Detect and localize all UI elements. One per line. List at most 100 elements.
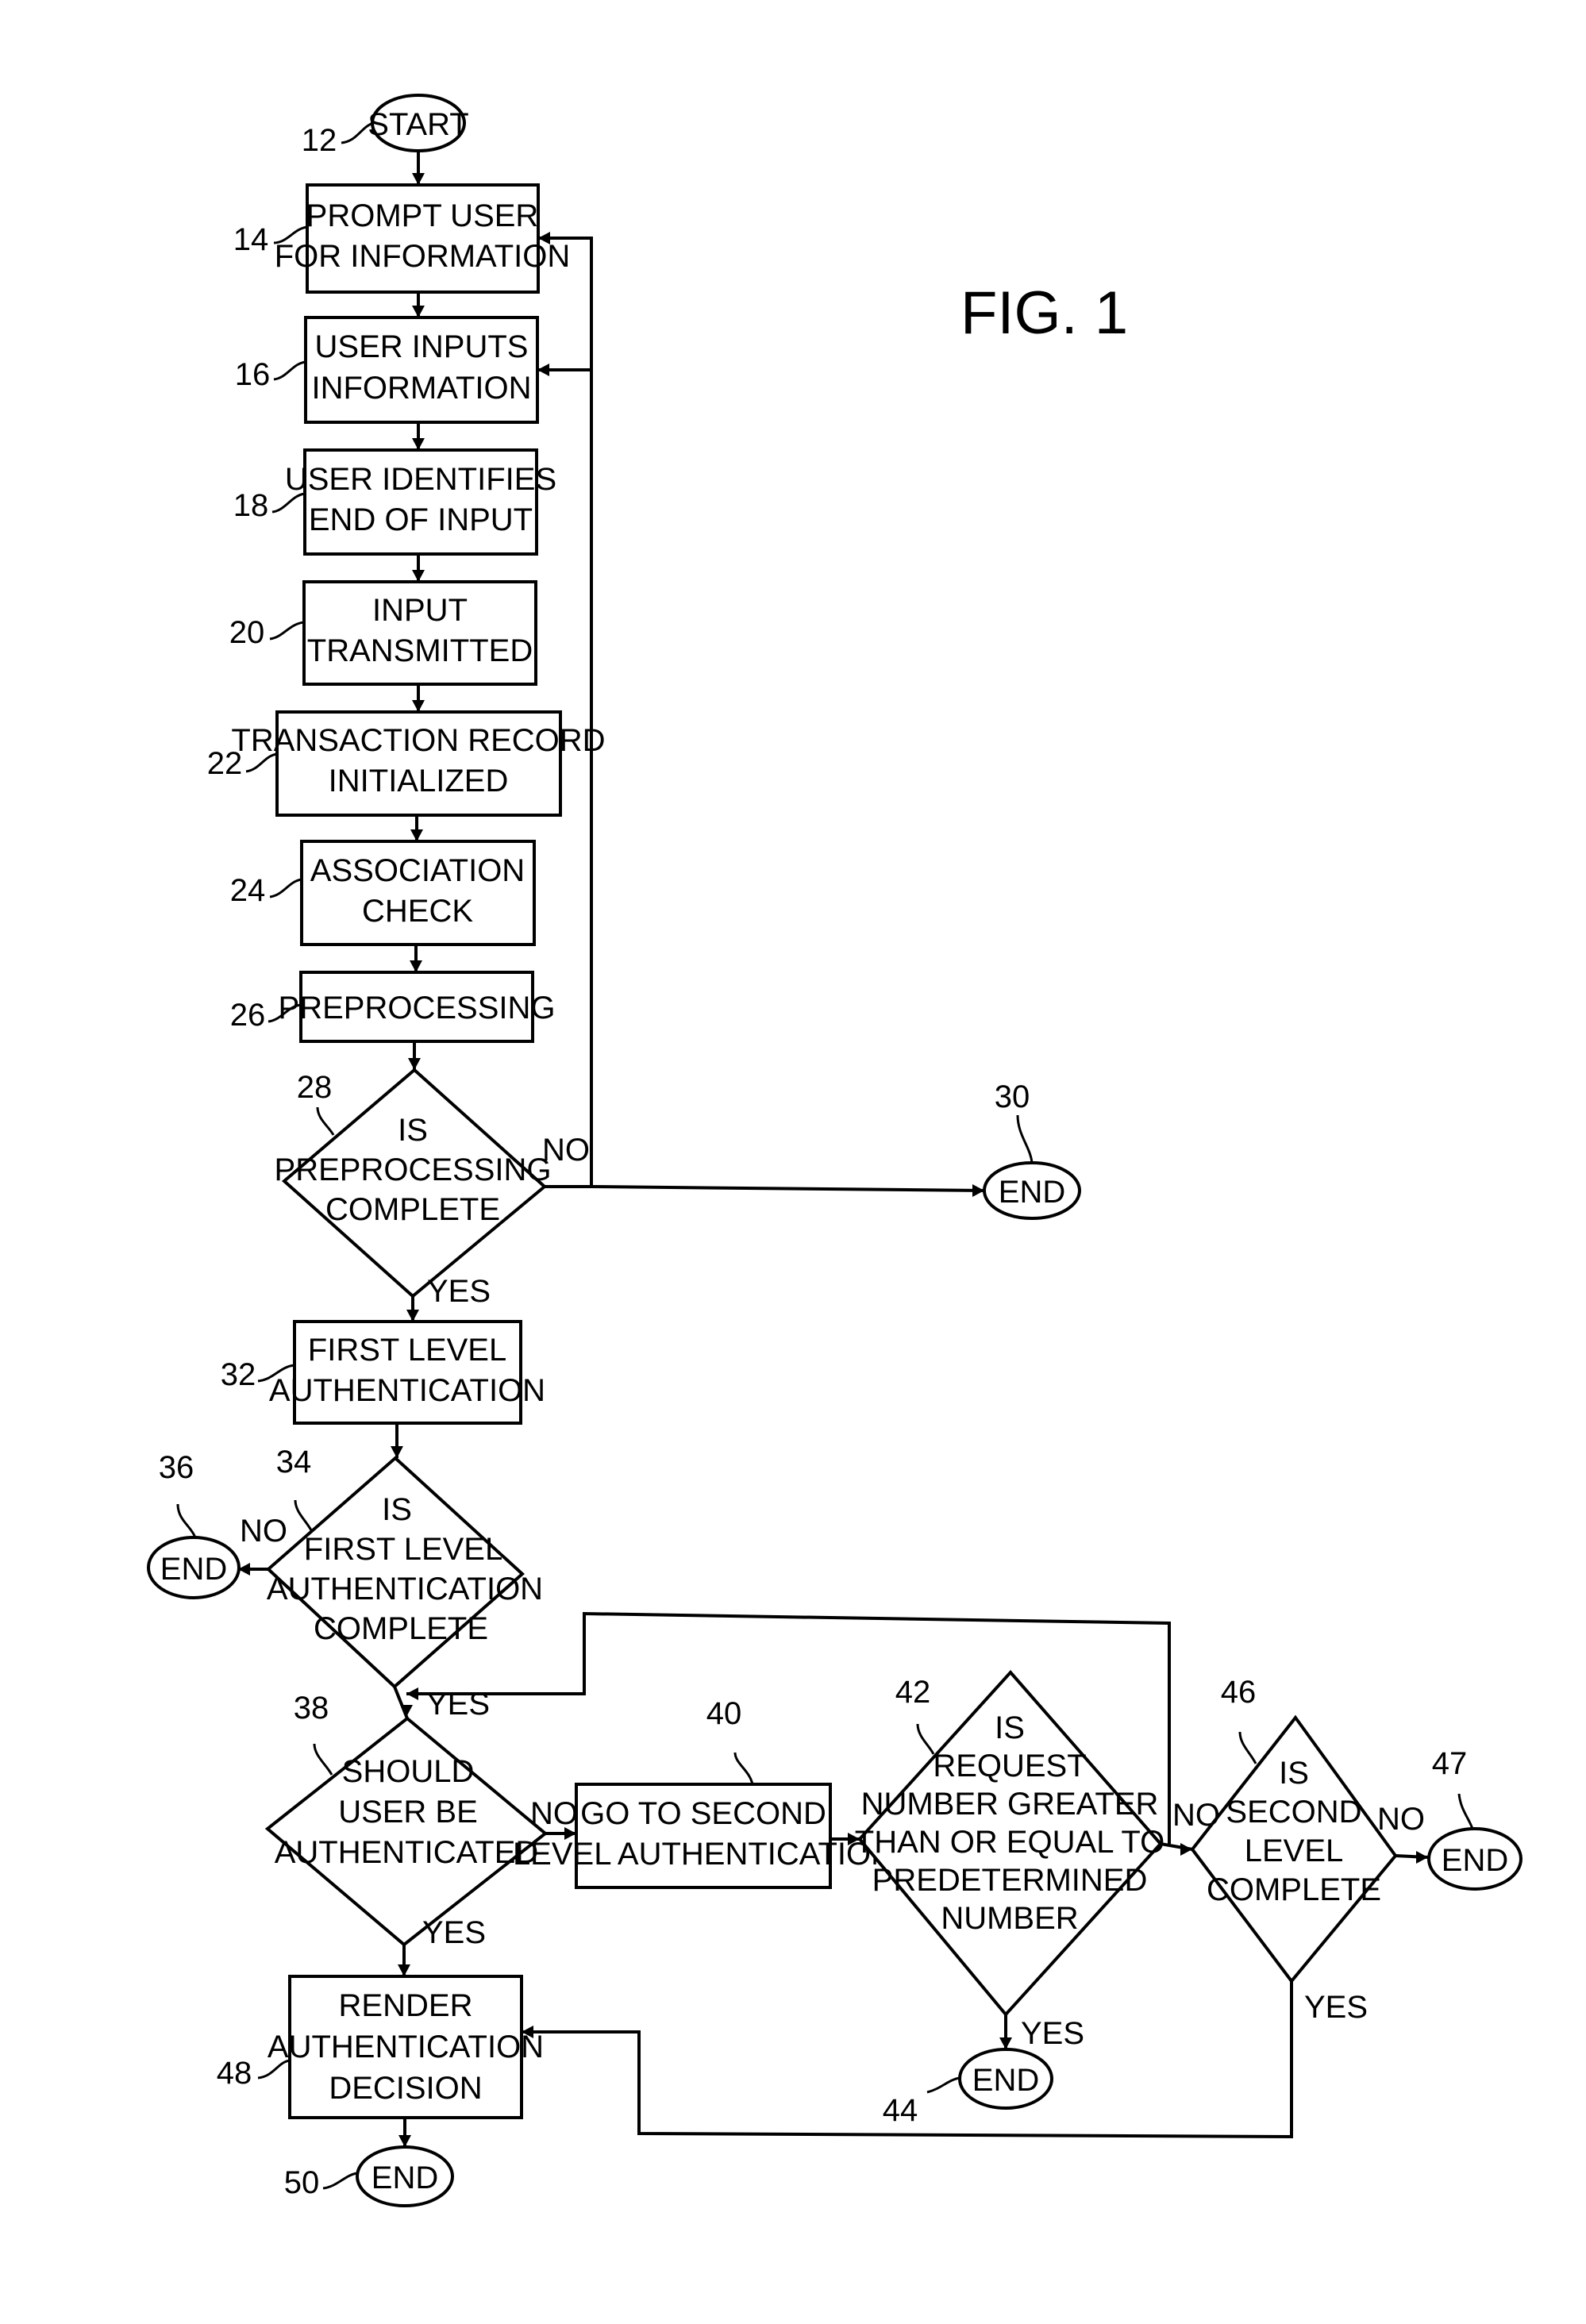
- leader-line: [926, 2076, 960, 2094]
- leader-line: [313, 1743, 333, 1776]
- branch-label-yes: YES: [426, 1687, 490, 1722]
- ref-numeral: 28: [297, 1070, 333, 1105]
- branch-label-yes: YES: [1304, 1990, 1368, 2025]
- leader-line: [316, 1106, 335, 1136]
- ref-numeral: 26: [230, 998, 266, 1033]
- node-label-line: THAN OR EQUAL TO: [855, 1825, 1164, 1860]
- node-label-line: PREPROCESSING: [279, 991, 556, 1025]
- node-label-line: NUMBER GREATER: [861, 1787, 1159, 1822]
- node-end-36[interactable]: END: [147, 1536, 241, 1599]
- decision-second-level-complete[interactable]: IS SECOND LEVEL COMPLETE: [1190, 1714, 1398, 1984]
- node-label-line: FOR INFORMATION: [275, 239, 571, 274]
- ref-numeral: 38: [294, 1691, 329, 1726]
- node-label-line: SHOULD: [342, 1754, 475, 1789]
- ref-numeral: 30: [995, 1079, 1030, 1114]
- leader-line: [176, 1503, 197, 1538]
- node-label-line: PROMPT USER: [306, 198, 539, 233]
- node-first-level-auth[interactable]: FIRST LEVEL AUTHENTICATION: [269, 1320, 545, 1425]
- arrowhead: [400, 1705, 413, 1717]
- node-label-line: USER IDENTIFIES: [285, 462, 556, 497]
- ref-numeral: 12: [302, 123, 337, 158]
- node-label-line: INITIALIZED: [329, 764, 509, 798]
- ref-numeral: 50: [284, 2165, 320, 2200]
- node-label-line: USER INPUTS: [315, 329, 529, 364]
- node-input-transmitted[interactable]: INPUT TRANSMITTED: [302, 580, 537, 686]
- branch-label-no: NO: [542, 1133, 590, 1168]
- node-label-line: REQUEST: [933, 1749, 1086, 1783]
- node-end-44[interactable]: END: [958, 2048, 1053, 2110]
- node-label-line: DECISION: [329, 2071, 482, 2106]
- arrowhead: [410, 829, 423, 841]
- leader-line: [1238, 1731, 1257, 1764]
- decision-request-number[interactable]: IS REQUEST NUMBER GREATER THAN OR EQUAL …: [855, 1669, 1164, 2018]
- node-start[interactable]: START: [368, 94, 469, 152]
- decision-first-level-complete[interactable]: IS FIRST LEVEL AUTHENTICATION COMPLETE: [266, 1456, 543, 1689]
- decision-should-user-be-authenticated[interactable]: SHOULD USER BE AUTHENTICATED: [264, 1716, 549, 1947]
- branch-label-yes: YES: [422, 1915, 486, 1950]
- node-label-line: IS: [995, 1710, 1025, 1745]
- node-end-50[interactable]: END: [356, 2145, 454, 2207]
- arrowhead: [537, 364, 549, 376]
- node-label-line: END: [999, 1175, 1065, 1210]
- node-prompt-user[interactable]: PROMPT USER FOR INFORMATION: [275, 183, 571, 294]
- ref-numeral: 34: [276, 1445, 312, 1479]
- figure-title: FIG. 1: [960, 279, 1128, 347]
- node-label-line: END OF INPUT: [309, 502, 533, 537]
- node-label-line: IS: [398, 1113, 428, 1148]
- arrowhead: [398, 1964, 410, 1976]
- ref-numeral: 20: [229, 615, 265, 650]
- node-label-line: FIRST LEVEL: [304, 1532, 502, 1567]
- node-label-line: ASSOCIATION: [310, 853, 525, 888]
- node-association-check[interactable]: ASSOCIATION CHECK: [300, 840, 536, 946]
- arrowhead: [972, 1184, 984, 1197]
- node-render-decision[interactable]: RENDER AUTHENTICATION DECISION: [268, 1975, 544, 2119]
- arrowhead: [412, 570, 425, 582]
- node-label-line: AUTHENTICATION: [269, 1373, 545, 1408]
- leader-line: [322, 2172, 358, 2190]
- node-end-47[interactable]: END: [1427, 1827, 1522, 1891]
- node-label-line: SECOND: [1226, 1795, 1361, 1830]
- arrowhead: [412, 306, 425, 317]
- node-label-line: NUMBER: [941, 1901, 1078, 1936]
- arrowhead: [412, 173, 425, 185]
- node-transaction-record[interactable]: TRANSACTION RECORD INITIALIZED: [231, 710, 606, 817]
- node-label-line: COMPLETE: [314, 1611, 488, 1646]
- arrowhead: [406, 1310, 419, 1322]
- leader-line: [294, 1499, 313, 1531]
- node-preprocessing[interactable]: PREPROCESSING: [279, 971, 556, 1043]
- ref-numeral: 32: [221, 1357, 256, 1392]
- branch-label-no: NO: [240, 1514, 287, 1549]
- node-label-line: PREPROCESSING: [275, 1152, 552, 1187]
- ref-numeral: 16: [235, 357, 271, 392]
- node-label-line: LEVEL AUTHENTICATION: [513, 1837, 894, 1872]
- node-user-identifies-end[interactable]: USER IDENTIFIES END OF INPUT: [285, 448, 556, 556]
- node-label-line: TRANSMITTED: [307, 633, 533, 668]
- node-label-line: CHECK: [362, 894, 473, 929]
- node-label-line: FIRST LEVEL: [308, 1333, 506, 1368]
- node-label-line: END: [371, 2160, 438, 2195]
- node-label-line: AUTHENTICATED: [275, 1835, 539, 1870]
- branch-label-no: NO: [1172, 1798, 1220, 1833]
- ref-numeral: 48: [217, 2056, 252, 2091]
- ref-numeral: 44: [883, 2093, 918, 2128]
- node-label-line: TRANSACTION RECORD: [231, 723, 605, 758]
- node-user-inputs[interactable]: USER INPUTS INFORMATION: [304, 316, 539, 424]
- node-label-line: AUTHENTICATION: [267, 1572, 543, 1606]
- branch-label-yes: YES: [427, 1274, 491, 1309]
- arrowhead: [406, 1687, 418, 1700]
- node-label-line: COMPLETE: [1207, 1872, 1381, 1907]
- ref-numeral: 46: [1221, 1675, 1257, 1710]
- node-label-line: AUTHENTICATION: [268, 2030, 544, 2064]
- ref-numeral: 24: [230, 873, 266, 908]
- node-start-label: START: [368, 107, 468, 142]
- node-end-30[interactable]: END: [983, 1161, 1081, 1220]
- ref-numeral: 18: [233, 488, 269, 523]
- ref-numeral: 47: [1432, 1746, 1468, 1781]
- node-label-line: GO TO SECOND: [580, 1796, 826, 1831]
- ref-numeral: 36: [159, 1450, 194, 1485]
- leader-line: [916, 1723, 935, 1755]
- leader-line: [269, 878, 302, 898]
- ref-numeral: 40: [706, 1696, 742, 1731]
- node-label-line: COMPLETE: [325, 1192, 500, 1227]
- leader-line: [1016, 1114, 1034, 1164]
